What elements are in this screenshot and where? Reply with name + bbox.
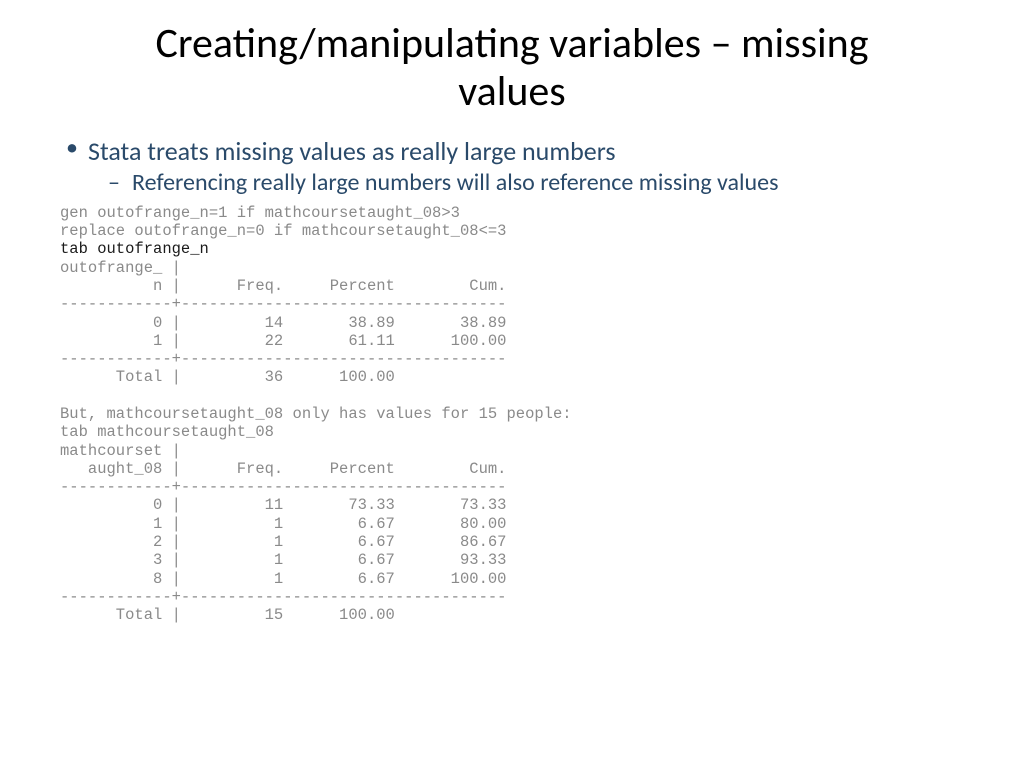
slide-title: Creating/manipulating variables – missin…: [60, 20, 964, 117]
code-line: But, mathcoursetaught_08 only has values…: [60, 405, 572, 423]
code-line: Total | 36 100.00: [60, 368, 395, 386]
bullet-level-2: Referencing really large numbers will al…: [60, 169, 964, 198]
bullet-level-1: Stata treats missing values as really la…: [60, 135, 964, 168]
code-line: 3 | 1 6.67 93.33: [60, 551, 506, 569]
code-line: ------------+---------------------------…: [60, 295, 506, 313]
code-line: gen outofrange_n=1 if mathcoursetaught_0…: [60, 204, 460, 222]
code-line: ------------+---------------------------…: [60, 588, 506, 606]
code-line: replace outofrange_n=0 if mathcoursetaug…: [60, 222, 506, 240]
code-line: ------------+---------------------------…: [60, 350, 506, 368]
code-line: 1 | 1 6.67 80.00: [60, 515, 506, 533]
code-line: aught_08 | Freq. Percent Cum.: [60, 460, 506, 478]
code-line: Total | 15 100.00: [60, 606, 395, 624]
code-line: n | Freq. Percent Cum.: [60, 277, 506, 295]
code-line: 0 | 14 38.89 38.89: [60, 314, 506, 332]
slide-container: Creating/manipulating variables – missin…: [0, 0, 1024, 768]
code-line: 2 | 1 6.67 86.67: [60, 533, 506, 551]
code-line: ------------+---------------------------…: [60, 478, 506, 496]
bullet-list: Stata treats missing values as really la…: [60, 135, 964, 198]
code-line: 8 | 1 6.67 100.00: [60, 570, 506, 588]
code-line: 0 | 11 73.33 73.33: [60, 496, 506, 514]
code-line-command: tab outofrange_n: [60, 240, 209, 258]
code-line: 1 | 22 61.11 100.00: [60, 332, 506, 350]
code-line: mathcourset |: [60, 442, 181, 460]
code-line: outofrange_ |: [60, 259, 181, 277]
code-line: tab mathcoursetaught_08: [60, 423, 274, 441]
code-output: gen outofrange_n=1 if mathcoursetaught_0…: [60, 204, 964, 624]
